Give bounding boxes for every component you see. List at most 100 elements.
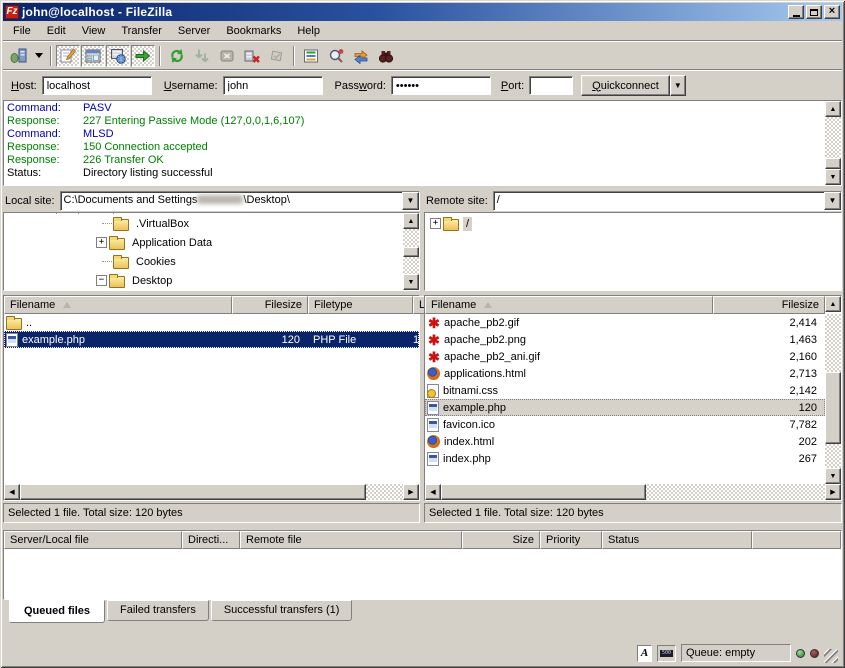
column-header-size[interactable]: Size: [462, 531, 540, 549]
cancel-button[interactable]: [215, 45, 239, 67]
combo-dropdown-button[interactable]: ▼: [402, 192, 419, 210]
file-row[interactable]: index.php267: [425, 450, 825, 467]
speed-limit-indicator[interactable]: 500: [657, 645, 676, 662]
scroll-right-button[interactable]: ▶: [403, 484, 419, 500]
combo-dropdown-button[interactable]: ▼: [824, 192, 841, 210]
site-manager-dropdown-button[interactable]: [32, 45, 46, 67]
column-header-filename[interactable]: Filename: [425, 296, 713, 314]
toggle-transfer-queue-button[interactable]: [131, 45, 155, 67]
file-row-selected[interactable]: example.php120: [425, 399, 825, 416]
scroll-up-button[interactable]: ▲: [825, 296, 841, 312]
title-bar[interactable]: Fz john@localhost - FileZilla ×: [3, 3, 842, 21]
menu-file[interactable]: File: [5, 23, 39, 39]
compare-icon: [328, 48, 344, 64]
splitter[interactable]: [3, 523, 842, 530]
menu-bookmarks[interactable]: Bookmarks: [218, 23, 289, 39]
menu-help[interactable]: Help: [289, 23, 328, 39]
scroll-thumb[interactable]: [441, 484, 646, 500]
file-row-parent-dir[interactable]: ..: [4, 314, 419, 331]
file-row[interactable]: ✱apache_pb2_ani.gif2,160: [425, 348, 825, 365]
scroll-up-button[interactable]: ▲: [403, 213, 419, 229]
quickconnect-button[interactable]: Quickconnect: [581, 75, 670, 96]
menu-transfer[interactable]: Transfer: [113, 23, 170, 39]
tab-queued-files[interactable]: Queued files: [9, 600, 105, 623]
port-input[interactable]: [529, 76, 573, 95]
column-header-priority[interactable]: Priority: [540, 531, 602, 549]
menu-edit[interactable]: Edit: [39, 23, 74, 39]
column-header-filetype[interactable]: Filetype: [308, 296, 413, 314]
scroll-left-button[interactable]: ◀: [425, 484, 441, 500]
maximize-button[interactable]: [806, 5, 822, 19]
remote-site-combo[interactable]: / ▼: [493, 191, 842, 211]
resize-grip[interactable]: [824, 649, 838, 663]
file-row[interactable]: applications.html2,713: [425, 365, 825, 382]
tree-item-virtualbox[interactable]: .VirtualBox: [4, 214, 403, 233]
menu-view[interactable]: View: [74, 23, 114, 39]
scroll-thumb[interactable]: [825, 158, 841, 169]
scroll-right-button[interactable]: ▶: [825, 484, 841, 500]
scroll-left-button[interactable]: ◀: [4, 484, 20, 500]
column-header-filesize[interactable]: Filesize: [232, 296, 308, 314]
scroll-down-button[interactable]: ▼: [825, 169, 841, 185]
local-site-combo[interactable]: C:\Documents and Settings\Desktop\ ▼: [60, 191, 420, 211]
tab-failed-transfers[interactable]: Failed transfers: [107, 600, 209, 621]
log-label: Status:: [7, 167, 83, 180]
quickconnect-dropdown-button[interactable]: ▼: [670, 75, 686, 96]
tree-item-root[interactable]: +/: [425, 214, 841, 233]
app-icon[interactable]: Fz: [5, 5, 19, 19]
local-site-label: Local site:: [3, 195, 57, 207]
column-header-remote-file[interactable]: Remote file: [240, 531, 462, 549]
tab-successful-transfers[interactable]: Successful transfers (1): [211, 600, 353, 621]
scroll-thumb[interactable]: [20, 484, 366, 500]
scroll-thumb[interactable]: [825, 372, 841, 444]
expand-icon[interactable]: +: [96, 237, 107, 248]
file-row[interactable]: index.html202: [425, 433, 825, 450]
column-header-filename[interactable]: Filename: [4, 296, 232, 314]
filename-filters-button[interactable]: [299, 45, 323, 67]
message-log-icon: [60, 48, 76, 64]
column-header-status[interactable]: Status: [602, 531, 752, 549]
reconnect-button[interactable]: [265, 45, 289, 67]
file-row[interactable]: favicon.ico7,782: [425, 416, 825, 433]
username-input[interactable]: [223, 76, 323, 95]
local-tree-scrollbar[interactable]: ▲ ▼: [403, 213, 419, 290]
file-row[interactable]: bitnami.css2,142: [425, 382, 825, 399]
find-files-button[interactable]: [374, 45, 398, 67]
column-header-filesize[interactable]: Filesize: [713, 296, 825, 314]
scroll-down-button[interactable]: ▼: [403, 274, 419, 290]
site-manager-button[interactable]: [7, 45, 31, 67]
tree-item-cookies[interactable]: Cookies: [4, 252, 403, 271]
toggle-remote-tree-button[interactable]: [106, 45, 130, 67]
synchronized-browsing-button[interactable]: [349, 45, 373, 67]
refresh-button[interactable]: [165, 45, 189, 67]
tree-item-application-data[interactable]: +Application Data: [4, 233, 403, 252]
menu-server[interactable]: Server: [170, 23, 218, 39]
scroll-up-button[interactable]: ▲: [825, 101, 841, 117]
queue-body[interactable]: [4, 549, 841, 599]
directory-comparison-button[interactable]: [324, 45, 348, 67]
remote-list-vscrollbar[interactable]: ▼: [825, 314, 841, 484]
expand-icon[interactable]: +: [430, 218, 441, 229]
file-row[interactable]: ✱apache_pb2.gif2,414: [425, 314, 825, 331]
host-input[interactable]: [42, 76, 152, 95]
column-header-server-local-file[interactable]: Server/Local file: [4, 531, 182, 549]
toggle-local-tree-button[interactable]: [81, 45, 105, 67]
collapse-icon[interactable]: −: [96, 275, 107, 286]
log-scrollbar[interactable]: ▲ ▼: [825, 101, 841, 185]
column-header-direction[interactable]: Directi...: [182, 531, 240, 549]
scroll-down-button[interactable]: ▼: [825, 468, 841, 484]
disconnect-button[interactable]: [240, 45, 264, 67]
tree-item-desktop[interactable]: −Desktop: [4, 271, 403, 290]
scroll-thumb[interactable]: [403, 247, 419, 257]
file-row[interactable]: ✱apache_pb2.png1,463: [425, 331, 825, 348]
file-row-example-php[interactable]: example.php 120 PHP File 1: [4, 331, 419, 348]
local-list-hscrollbar[interactable]: ◀ ▶: [4, 484, 419, 500]
close-button[interactable]: ×: [824, 5, 840, 19]
remote-list-hscrollbar[interactable]: ◀ ▶: [425, 484, 841, 500]
minimize-button[interactable]: [788, 5, 804, 19]
toggle-message-log-button[interactable]: [56, 45, 80, 67]
password-input[interactable]: [391, 76, 491, 95]
transfer-type-indicator[interactable]: A: [637, 645, 652, 662]
activity-led-receive: [796, 649, 805, 658]
process-queue-button[interactable]: [190, 45, 214, 67]
